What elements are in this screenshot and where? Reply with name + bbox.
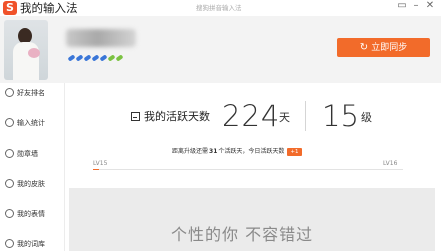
avatar[interactable] — [4, 20, 48, 80]
sidebar-item-input-statistics[interactable]: 输入统计 — [0, 113, 64, 133]
username-blurred — [66, 29, 136, 47]
sidebar-item-label: 好友排名 — [17, 89, 45, 97]
sidebar-item-label: 输入统计 — [17, 119, 45, 127]
calendar-icon — [131, 112, 140, 121]
sidebar-item-label: 我的皮肤 — [17, 180, 45, 188]
upgrade-tip: 距离升级还需31个活跃天，今日活跃天数 +1 — [172, 146, 302, 156]
today-active-badge: +1 — [287, 148, 302, 156]
emoji-icon — [5, 209, 14, 218]
pen-badge-icon — [107, 54, 116, 62]
medal-icon — [5, 149, 14, 158]
stats-divider — [305, 101, 306, 131]
sync-button-label: 立即同步 — [371, 43, 408, 53]
progress-from-level: LV15 — [93, 160, 108, 167]
active-days-value: 224 — [222, 99, 281, 133]
level-unit: 级 — [361, 111, 372, 124]
sidebar: 好友排名 输入统计 勋章墙 我的皮肤 我的表情 我的词库 — [0, 83, 65, 251]
sidebar-item-label: 我的词库 — [17, 240, 45, 248]
promo-slogan: 个性的你 不容错过 — [171, 225, 314, 244]
sidebar-item-friend-ranking[interactable]: 好友排名 — [0, 83, 64, 103]
pen-badge-icon — [83, 54, 92, 62]
app-window: S 我的输入法 搜狗拼音输入法 ▭ – ✕ ↻立即同步 好友排名 输入统计 勋 — [0, 0, 441, 251]
pen-badge-icon — [91, 54, 100, 62]
main-panel: 我的活跃天数 224 天 15 级 距离升级还需31个活跃天，今日活跃天数 +1 … — [65, 83, 441, 251]
sidebar-item-my-skins[interactable]: 我的皮肤 — [0, 174, 64, 194]
window-subtitle: 搜狗拼音输入法 — [196, 4, 242, 12]
pen-badge-icon — [75, 54, 84, 62]
minimize-icon[interactable]: – — [410, 0, 422, 12]
profile-banner: ↻ 立即同步 — [0, 16, 441, 83]
statistics-icon — [5, 118, 14, 127]
window-title: 我的输入法 — [20, 1, 78, 15]
upgrade-days-needed: 31 — [209, 148, 218, 155]
level-progress-bar — [93, 169, 403, 170]
pen-badge-icon — [99, 54, 108, 62]
sidebar-item-my-emojis[interactable]: 我的表情 — [0, 204, 64, 224]
level-value: 15 — [322, 99, 359, 133]
dictionary-icon — [5, 239, 14, 248]
active-days-unit: 天 — [279, 111, 290, 124]
sync-button[interactable]: ↻ 立即同步 — [337, 38, 430, 57]
ranking-icon — [5, 88, 14, 97]
sidebar-item-my-dictionary[interactable]: 我的词库 — [0, 234, 64, 251]
sidebar-item-medal-wall[interactable]: 勋章墙 — [0, 144, 64, 164]
progress-to-level: LV16 — [383, 160, 398, 167]
upgrade-suffix: 个活跃天，今日活跃天数 — [218, 148, 285, 155]
sidebar-item-label: 勋章墙 — [17, 150, 38, 158]
close-icon[interactable]: ✕ — [424, 0, 436, 12]
sync-icon: ↻ — [359, 42, 369, 53]
title-bar: S 我的输入法 搜狗拼音输入法 ▭ – ✕ — [0, 0, 441, 16]
feedback-icon[interactable]: ▭ — [396, 0, 408, 12]
sogou-logo-icon: S — [3, 1, 17, 15]
active-days-stats: 我的活跃天数 224 天 15 级 — [65, 97, 441, 137]
sidebar-item-label: 我的表情 — [17, 210, 45, 218]
skin-promo-banner[interactable]: 个性的你 不容错过 — [69, 188, 435, 251]
pen-badges — [67, 54, 124, 62]
skin-icon — [5, 179, 14, 188]
pen-badge-icon — [67, 54, 76, 62]
upgrade-prefix: 距离升级还需 — [172, 148, 209, 155]
pen-badge-icon — [115, 54, 124, 62]
level-progress-fill — [93, 169, 100, 170]
active-days-label: 我的活跃天数 — [144, 110, 210, 123]
